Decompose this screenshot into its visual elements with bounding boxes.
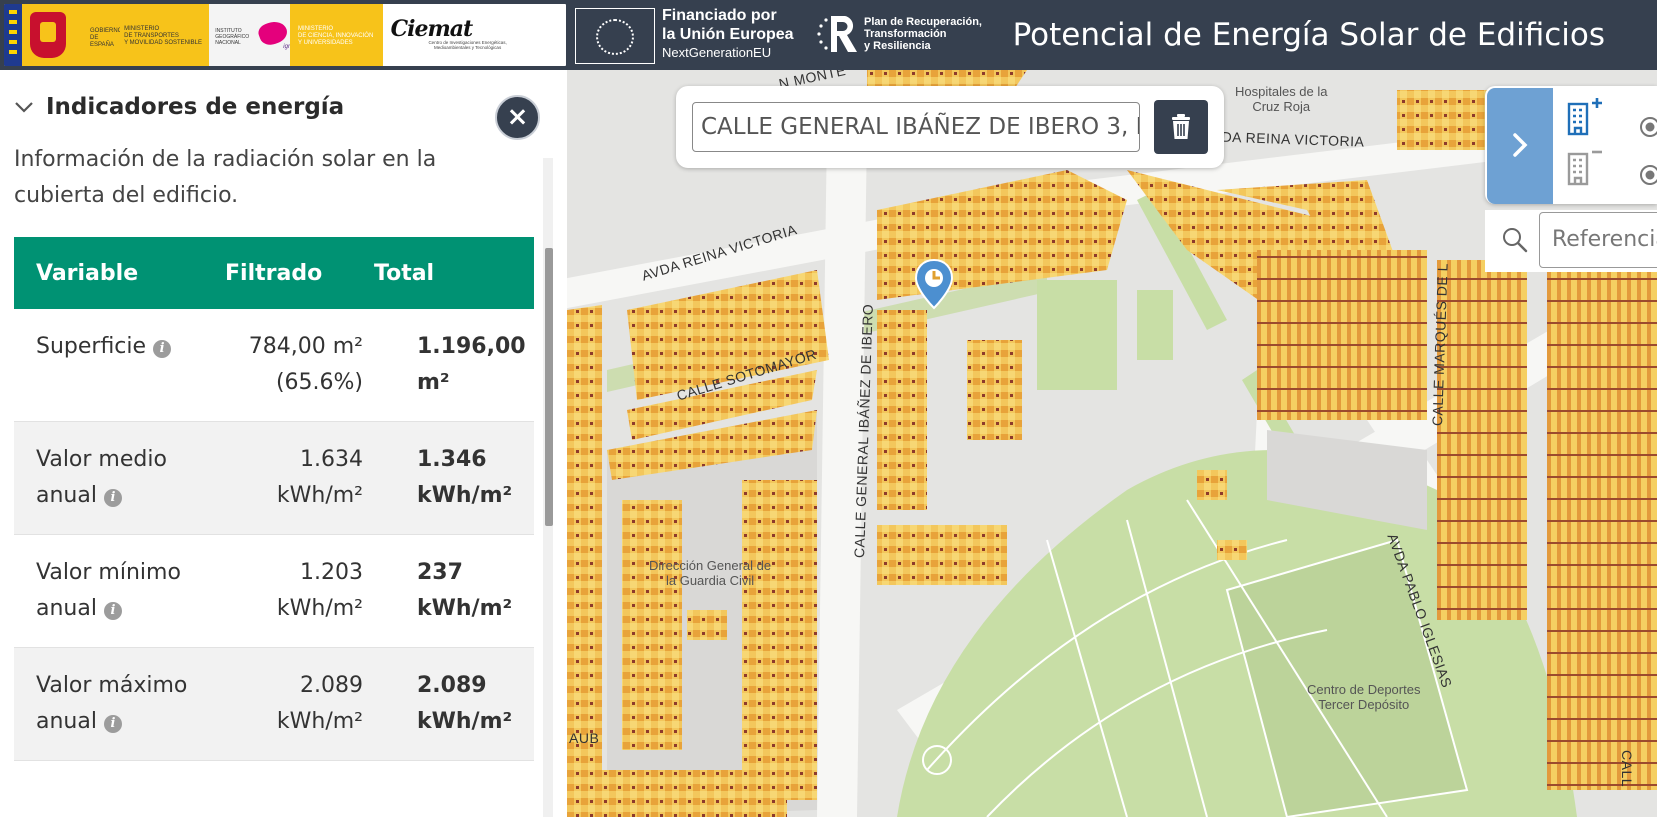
filtrado-cell: 1.634 kWh/m² (213, 421, 373, 535)
filtrado-cell: 2.089 kWh/m² (213, 647, 373, 761)
filtrado-cell: 784,00 m² (65.6%) (213, 309, 373, 422)
table-row: Valor medio anual i 1.634 kWh/m² 1.346 k… (14, 421, 534, 535)
institution-logos: GOBIERNO DE ESPAÑA MINISTERIO DE TRANSPOR… (4, 4, 566, 66)
gobierno-logo: GOBIERNO DE ESPAÑA (4, 4, 123, 66)
variable-cell: Valor mínimo anual i (14, 534, 213, 648)
street-label: CALL (1619, 750, 1635, 788)
info-icon[interactable]: i (103, 489, 122, 507)
total-cell: 2.089 kWh/m² (373, 647, 534, 761)
info-icon[interactable]: i (103, 602, 122, 620)
clear-address-button[interactable] (1154, 100, 1208, 154)
column-header-filtrado: Filtrado (213, 237, 373, 309)
table-row: Valor máximo anual i 2.089 kWh/m² 2.089 … (14, 647, 534, 761)
chevron-down-icon[interactable] (14, 97, 34, 117)
close-panel-button[interactable]: × (495, 95, 540, 140)
table-row: Valor mínimo anual i 1.203 kWh/m² 237 kW… (14, 534, 534, 648)
eu-stars-strip (4, 4, 22, 66)
expand-panel-button[interactable] (1487, 88, 1553, 204)
building-add-icon[interactable] (1563, 96, 1611, 140)
close-icon[interactable]: × (507, 102, 529, 132)
location-pin-icon[interactable] (914, 258, 954, 310)
info-icon[interactable]: i (103, 715, 122, 733)
reference-input[interactable]: Referencia catastral (1539, 212, 1657, 268)
panel-scrollbar-thumb[interactable] (545, 248, 553, 526)
ministerio-transportes-logo: MINISTERIO DE TRANSPORTES Y MOVILIDAD SO… (120, 4, 210, 66)
address-search-box: CALLE GENERAL IBÁÑEZ DE IBERO 3, M (676, 86, 1224, 168)
app-title: Potencial de Energía Solar de Edificios (1012, 17, 1605, 53)
poi-label: Hospitales de la Cruz Roja (1235, 84, 1328, 114)
panel-title: Indicadores de energía (46, 94, 345, 120)
filtrado-cell: 1.203 kWh/m² (213, 534, 373, 648)
app-header: GOBIERNO DE ESPAÑA MINISTERIO DE TRANSPOR… (0, 0, 1657, 70)
street-label: AUB (569, 730, 600, 746)
building-remove-icon[interactable] (1563, 148, 1611, 192)
energy-indicators-panel: Indicadores de energía × Información de … (0, 70, 567, 817)
panel-description: Información de la radiación solar en la … (14, 147, 437, 208)
table-header-row: Variable Filtrado Total (14, 237, 534, 309)
ciemat-logo: Ciemat Centro de Investigaciones Energét… (382, 4, 566, 66)
ign-logo: INSTITUTO GEOGRÁFICO NACIONAL ign (209, 4, 291, 66)
variable-cell: Valor máximo anual i (14, 647, 213, 761)
radio-add-icon[interactable] (1639, 116, 1657, 138)
column-header-variable: Variable (14, 237, 213, 309)
variable-cell: Superficie i (14, 309, 213, 422)
total-cell: 1.346 kWh/m² (373, 421, 534, 535)
variable-cell: Valor medio anual i (14, 421, 213, 535)
total-cell: 237 kWh/m² (373, 534, 534, 648)
trash-icon[interactable] (1154, 100, 1208, 154)
column-header-total: Total (373, 237, 534, 309)
info-icon[interactable]: i (153, 340, 172, 358)
gobierno-text: GOBIERNO DE ESPAÑA (90, 28, 123, 48)
search-icon (1503, 228, 1528, 253)
recovery-plan-icon (817, 16, 857, 52)
recovery-plan-text: Plan de Recuperación, Transformación y R… (864, 16, 982, 52)
table-row: Superficie i 784,00 m² (65.6%) 1.196,00 … (14, 309, 534, 422)
spain-coat-of-arms-icon (30, 12, 66, 58)
address-input[interactable]: CALLE GENERAL IBÁÑEZ DE IBERO 3, M (692, 102, 1140, 152)
eu-funding-text: Financiado por la Unión Europea NextGene… (662, 7, 794, 60)
ministerio-ciencia-logo: MINISTERIO DE CIENCIA, INNOVACIÓN Y UNIV… (290, 4, 383, 66)
eu-flag-icon (575, 8, 655, 64)
reference-search: Referencia catastral (1485, 210, 1657, 272)
energy-table: Variable Filtrado Total Superficie i 784… (14, 237, 534, 761)
radio-remove-icon[interactable] (1639, 164, 1657, 186)
poi-label: Dirección General de la Guardia Civil (649, 558, 772, 588)
chevron-right-icon[interactable] (1487, 88, 1553, 204)
panel-header[interactable]: Indicadores de energía (14, 92, 344, 122)
total-cell: 1.196,00 m² (373, 309, 534, 422)
poi-label: Centro de Deportes Tercer Depósito (1307, 682, 1421, 712)
